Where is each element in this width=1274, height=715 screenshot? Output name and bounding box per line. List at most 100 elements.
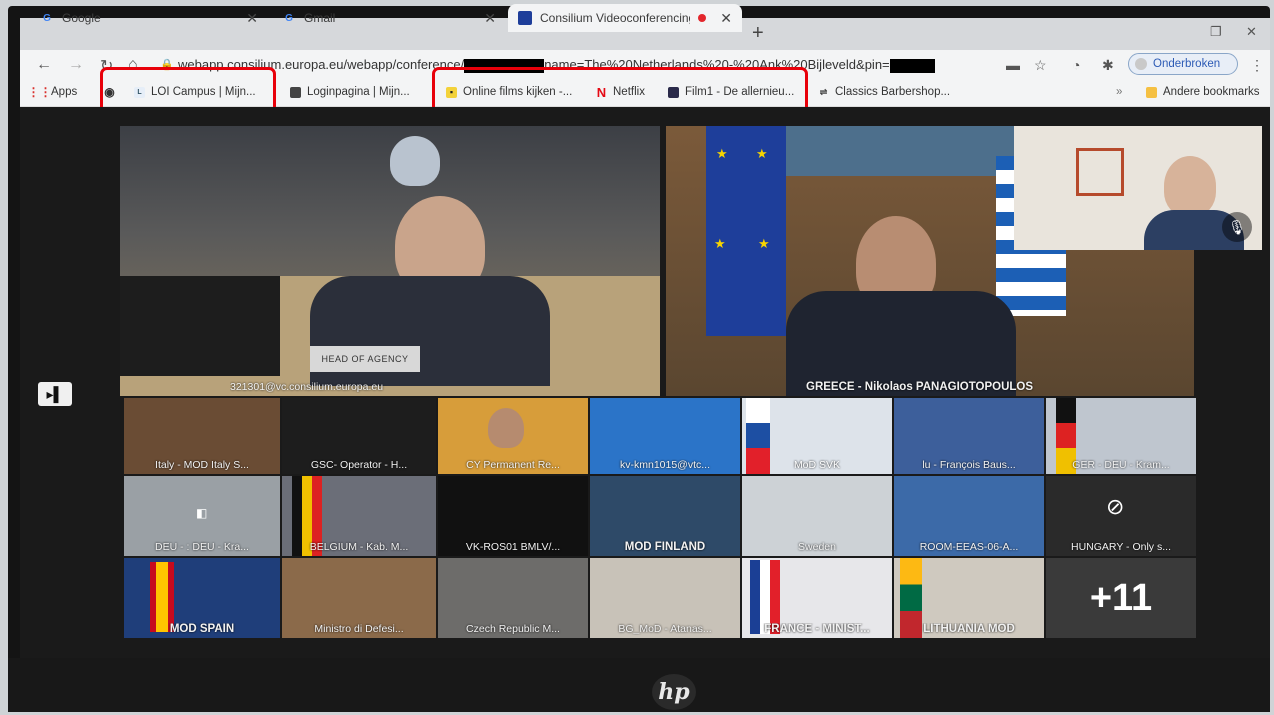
redacted-block bbox=[889, 58, 935, 73]
tile-label: DEU - : DEU - Kra... bbox=[155, 541, 249, 553]
consilium-icon bbox=[518, 11, 532, 25]
google-icon: G bbox=[285, 12, 293, 24]
close-icon[interactable]: ✕ bbox=[484, 10, 496, 27]
tile-label: Italy - MOD Italy S... bbox=[155, 459, 249, 471]
grid-tile-portugal[interactable]: Ministro di Defesi... bbox=[282, 558, 436, 638]
main-video-tile-1[interactable]: HEAD OF AGENCY 321301@vc.consilium.europ… bbox=[120, 126, 660, 396]
spanish-flag bbox=[150, 562, 174, 632]
new-tab-plus-icon[interactable]: + bbox=[752, 22, 764, 45]
page-icon bbox=[290, 86, 301, 98]
grid-tile-eeas[interactable]: ROOM-EEAS-06-A... bbox=[894, 476, 1044, 556]
tab-gmail[interactable]: G Gmail ✕ bbox=[272, 4, 506, 32]
tile-label: BELGIUM - Kab. M... bbox=[309, 541, 409, 553]
puzzle-icon[interactable]: ✱ bbox=[1102, 57, 1114, 74]
tile-label: BG_MoD - Atanas... bbox=[618, 623, 712, 635]
more-participants-tile[interactable]: +11 bbox=[1046, 558, 1196, 638]
grid-tile-france[interactable]: FRANCE - MINIST... bbox=[742, 558, 892, 638]
tab-label: Google bbox=[62, 11, 101, 25]
muted-mic-icon[interactable]: 🎙 bbox=[1222, 212, 1252, 242]
monitor bbox=[120, 276, 280, 376]
profile-pause-button[interactable]: Onderbroken bbox=[1128, 53, 1238, 75]
car-icon: ⇌ bbox=[819, 86, 828, 97]
tile-label: Ministro di Defesi... bbox=[314, 623, 404, 635]
tile-label: Czech Republic M... bbox=[466, 623, 560, 635]
close-window-icon[interactable]: ✕ bbox=[1246, 24, 1257, 40]
apps-grid-icon: ⋮⋮ bbox=[27, 85, 52, 99]
tile-label: 321301@vc.consilium.europa.eu bbox=[230, 381, 384, 393]
forward-arrow-icon[interactable]: → bbox=[68, 56, 84, 74]
grid-tile-lithuania[interactable]: LITHUANIA MOD bbox=[894, 558, 1044, 638]
bookmark-apps[interactable]: ⋮⋮ Apps bbox=[27, 85, 78, 99]
tab-label: Consilium Videoconferencing bbox=[540, 11, 690, 25]
grid-tile-germany[interactable]: GER - DEU - Kram... bbox=[1046, 398, 1196, 474]
camera-off-icon: ◧ bbox=[196, 506, 208, 520]
tile-label: MOD SPAIN bbox=[169, 623, 235, 635]
nameplate: HEAD OF AGENCY bbox=[310, 346, 420, 372]
grid-tile-cyprus[interactable]: CY Permanent Re... bbox=[438, 398, 588, 474]
tile-label: lu - François Baus... bbox=[922, 459, 1016, 471]
bookmark-label: Andere bookmarks bbox=[1163, 86, 1260, 98]
grid-tile-czech[interactable]: Czech Republic M... bbox=[438, 558, 588, 638]
tile-label: ROOM-EEAS-06-A... bbox=[919, 541, 1019, 553]
grid-tile-slovakia[interactable]: MoD SVK bbox=[742, 398, 892, 474]
grid-tile-italy[interactable]: Italy - MOD Italy S... bbox=[124, 398, 280, 474]
tab-google[interactable]: G Google ✕ bbox=[30, 4, 268, 32]
tile-label: CY Permanent Re... bbox=[466, 459, 560, 471]
bookmark-loginpagina[interactable]: Loginpagina | Mijn... bbox=[290, 86, 410, 98]
tile-label: GER - DEU - Kram... bbox=[1072, 459, 1170, 471]
avatar bbox=[1135, 58, 1147, 70]
grid-tile-austria[interactable]: VK-ROS01 BMLV/... bbox=[438, 476, 588, 556]
painting bbox=[766, 126, 1016, 176]
tile-label: LITHUANIA MOD bbox=[923, 623, 1015, 635]
grid-tile-estonia[interactable]: kv-kmn1015@vtc... bbox=[590, 398, 740, 474]
grid-tile-belgium[interactable]: BELGIUM - Kab. M... bbox=[282, 476, 436, 556]
grid-tile-deu[interactable]: ◧ DEU - : DEU - Kra... bbox=[124, 476, 280, 556]
video-off-icon: ⊘ bbox=[1106, 494, 1125, 519]
tile-label: MoD SVK bbox=[793, 459, 841, 471]
tile-label: Sweden bbox=[798, 541, 836, 553]
close-icon[interactable]: ✕ bbox=[720, 10, 732, 27]
camera-icon[interactable]: ▬ bbox=[1006, 57, 1020, 73]
restore-icon[interactable]: ❐ bbox=[1210, 24, 1222, 40]
person-head bbox=[488, 408, 524, 448]
tile-label: GSC- Operator - H... bbox=[310, 459, 408, 471]
grid-tile-hungary[interactable]: ⊘ HUNGARY - Only s... bbox=[1046, 476, 1196, 556]
folder-icon bbox=[1146, 86, 1157, 98]
bookmark-label: Apps bbox=[51, 86, 78, 98]
grid-tile-sweden[interactable]: Sweden bbox=[742, 476, 892, 556]
close-icon[interactable]: ✕ bbox=[246, 10, 258, 27]
profile-status: Onderbroken bbox=[1153, 58, 1221, 70]
other-bookmarks[interactable]: Andere bookmarks bbox=[1146, 86, 1260, 98]
grid-tile-gsc-operator[interactable]: GSC- Operator - H... bbox=[282, 398, 436, 474]
grid-tile-bulgaria[interactable]: BG_MoD - Atanas... bbox=[590, 558, 740, 638]
laptop-bottom-bezel bbox=[8, 658, 1270, 712]
grid-tile-finland[interactable]: MOD FINLAND bbox=[590, 476, 740, 556]
eu-flag: ★ ★ ★ ★ bbox=[706, 126, 786, 336]
google-icon: G bbox=[43, 12, 51, 24]
grid-tile-luxembourg[interactable]: lu - François Baus... bbox=[894, 398, 1044, 474]
more-bookmarks-chevron-icon[interactable]: » bbox=[1116, 86, 1122, 98]
tile-label: kv-kmn1015@vtc... bbox=[619, 459, 711, 471]
grid-tile-spain[interactable]: MOD SPAIN bbox=[124, 558, 280, 638]
tab-label: Gmail bbox=[304, 11, 336, 25]
wall-frame bbox=[1076, 148, 1124, 196]
bookmark-label: Classics Barbershop... bbox=[835, 86, 951, 98]
tile-label: VK-ROS01 BMLV/... bbox=[465, 541, 561, 553]
side-panel-toggle-icon[interactable]: ▸▌ bbox=[38, 382, 72, 406]
tile-label: MOD FINLAND bbox=[624, 541, 706, 553]
back-arrow-icon[interactable]: ← bbox=[36, 56, 52, 74]
self-view-tile[interactable]: 🎙 bbox=[1014, 126, 1262, 250]
bookmark-label: Loginpagina | Mijn... bbox=[307, 86, 410, 98]
extension-icon[interactable]: ◔ bbox=[1072, 57, 1080, 73]
hp-logo: hp bbox=[652, 674, 696, 710]
person-head-background bbox=[390, 136, 440, 186]
bookmark-barbershop[interactable]: ⇌ Classics Barbershop... bbox=[818, 86, 950, 98]
star-icon[interactable]: ☆ bbox=[1034, 57, 1047, 74]
tile-label: HUNGARY - Only s... bbox=[1071, 541, 1171, 553]
tile-label: FRANCE - MINIST... bbox=[764, 623, 870, 635]
tab-consilium[interactable]: Consilium Videoconferencing ✕ bbox=[508, 4, 742, 32]
tile-label: GREECE - Nikolaos PANAGIOTOPOULOS bbox=[806, 381, 1034, 393]
menu-dots-icon[interactable]: ⋮ bbox=[1250, 57, 1264, 74]
more-participants-count: +11 bbox=[1089, 576, 1153, 619]
person-head bbox=[1164, 156, 1216, 216]
